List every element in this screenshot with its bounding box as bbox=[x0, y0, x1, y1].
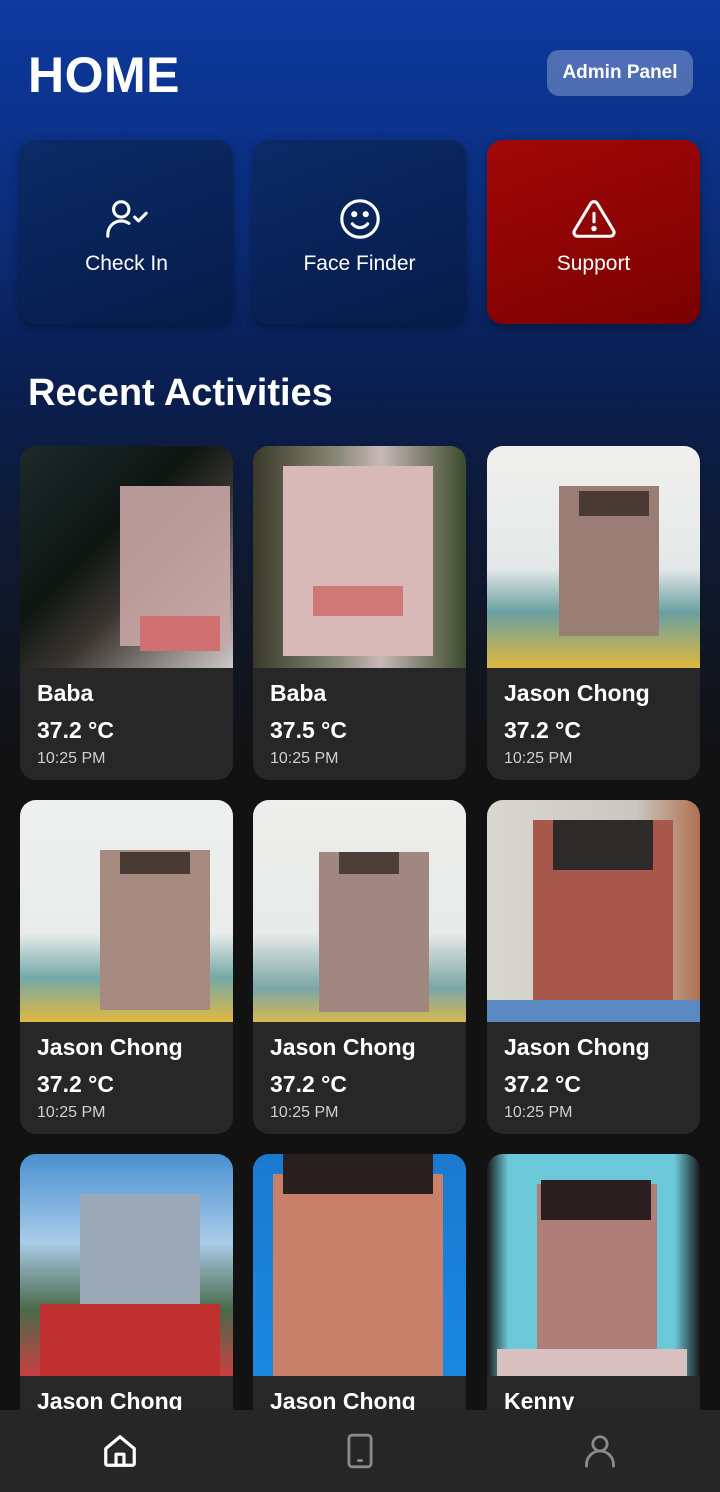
activity-card[interactable]: Jason Chong 37.2 °C 10:25 PM bbox=[20, 800, 233, 1134]
support-button[interactable]: Support bbox=[487, 140, 700, 324]
activity-card[interactable]: Baba 37.5 °C 10:25 PM bbox=[253, 446, 466, 780]
user-check-icon bbox=[105, 200, 148, 238]
check-in-button[interactable]: Check In bbox=[20, 140, 233, 324]
temperature: 37.2 °C bbox=[504, 717, 581, 743]
bottom-nav bbox=[0, 1410, 720, 1492]
temperature: 37.2 °C bbox=[504, 1071, 581, 1097]
face-photo bbox=[20, 800, 233, 1022]
face-photo bbox=[487, 1154, 700, 1376]
person-name: Kenny bbox=[504, 1388, 575, 1410]
timestamp: 10:25 PM bbox=[270, 1104, 339, 1121]
timestamp: 10:25 PM bbox=[270, 750, 339, 767]
home-screen[interactable]: HOME Admin Panel Check In Face Finder Su… bbox=[0, 0, 720, 1410]
activity-card[interactable]: Kenny bbox=[487, 1154, 700, 1410]
face-photo bbox=[253, 446, 466, 668]
face-photo bbox=[20, 1154, 233, 1376]
nav-home[interactable] bbox=[80, 1410, 160, 1492]
timestamp: 10:25 PM bbox=[504, 750, 573, 767]
activity-card[interactable]: Jason Chong 37.2 °C 10:25 PM bbox=[487, 446, 700, 780]
person-name: Jason Chong bbox=[504, 680, 650, 706]
nav-tablet[interactable] bbox=[320, 1410, 400, 1492]
timestamp: 10:25 PM bbox=[504, 1104, 573, 1121]
person-name: Baba bbox=[37, 680, 94, 706]
face-finder-button[interactable]: Face Finder bbox=[253, 140, 466, 324]
tablet-icon bbox=[347, 1433, 373, 1469]
person-name: Jason Chong bbox=[37, 1388, 183, 1410]
activity-card[interactable]: Jason Chong 37.2 °C 10:25 PM bbox=[487, 800, 700, 1134]
person-name: Jason Chong bbox=[37, 1034, 183, 1060]
temperature: 37.2 °C bbox=[37, 1071, 114, 1097]
warning-icon bbox=[571, 200, 616, 238]
activity-card[interactable]: Jason Chong bbox=[253, 1154, 466, 1410]
face-photo bbox=[487, 800, 700, 1022]
face-photo bbox=[20, 446, 233, 668]
person-name: Jason Chong bbox=[270, 1388, 416, 1410]
temperature: 37.2 °C bbox=[270, 1071, 347, 1097]
person-name: Baba bbox=[270, 680, 327, 706]
page-title: HOME bbox=[28, 47, 180, 103]
smile-icon bbox=[339, 199, 380, 239]
face-photo bbox=[253, 800, 466, 1022]
support-label: Support bbox=[556, 252, 631, 275]
activity-card[interactable]: Jason Chong 37.2 °C 10:25 PM bbox=[253, 800, 466, 1134]
person-name: Jason Chong bbox=[270, 1034, 416, 1060]
section-title: Recent Activities bbox=[28, 372, 333, 414]
check-in-label: Check In bbox=[85, 252, 168, 275]
person-name: Jason Chong bbox=[504, 1034, 650, 1060]
face-finder-label: Face Finder bbox=[303, 252, 416, 275]
temperature: 37.2 °C bbox=[37, 717, 114, 743]
face-photo bbox=[487, 446, 700, 668]
timestamp: 10:25 PM bbox=[37, 750, 106, 767]
nav-profile[interactable] bbox=[560, 1410, 640, 1492]
temperature: 37.5 °C bbox=[270, 717, 347, 743]
profile-icon bbox=[585, 1435, 615, 1468]
activity-card[interactable]: Jason Chong bbox=[20, 1154, 233, 1410]
home-icon bbox=[104, 1435, 136, 1467]
activity-card[interactable]: Baba 37.2 °C 10:25 PM bbox=[20, 446, 233, 780]
face-photo bbox=[253, 1154, 466, 1376]
admin-panel-button[interactable]: Admin Panel bbox=[547, 50, 693, 96]
timestamp: 10:25 PM bbox=[37, 1104, 106, 1121]
